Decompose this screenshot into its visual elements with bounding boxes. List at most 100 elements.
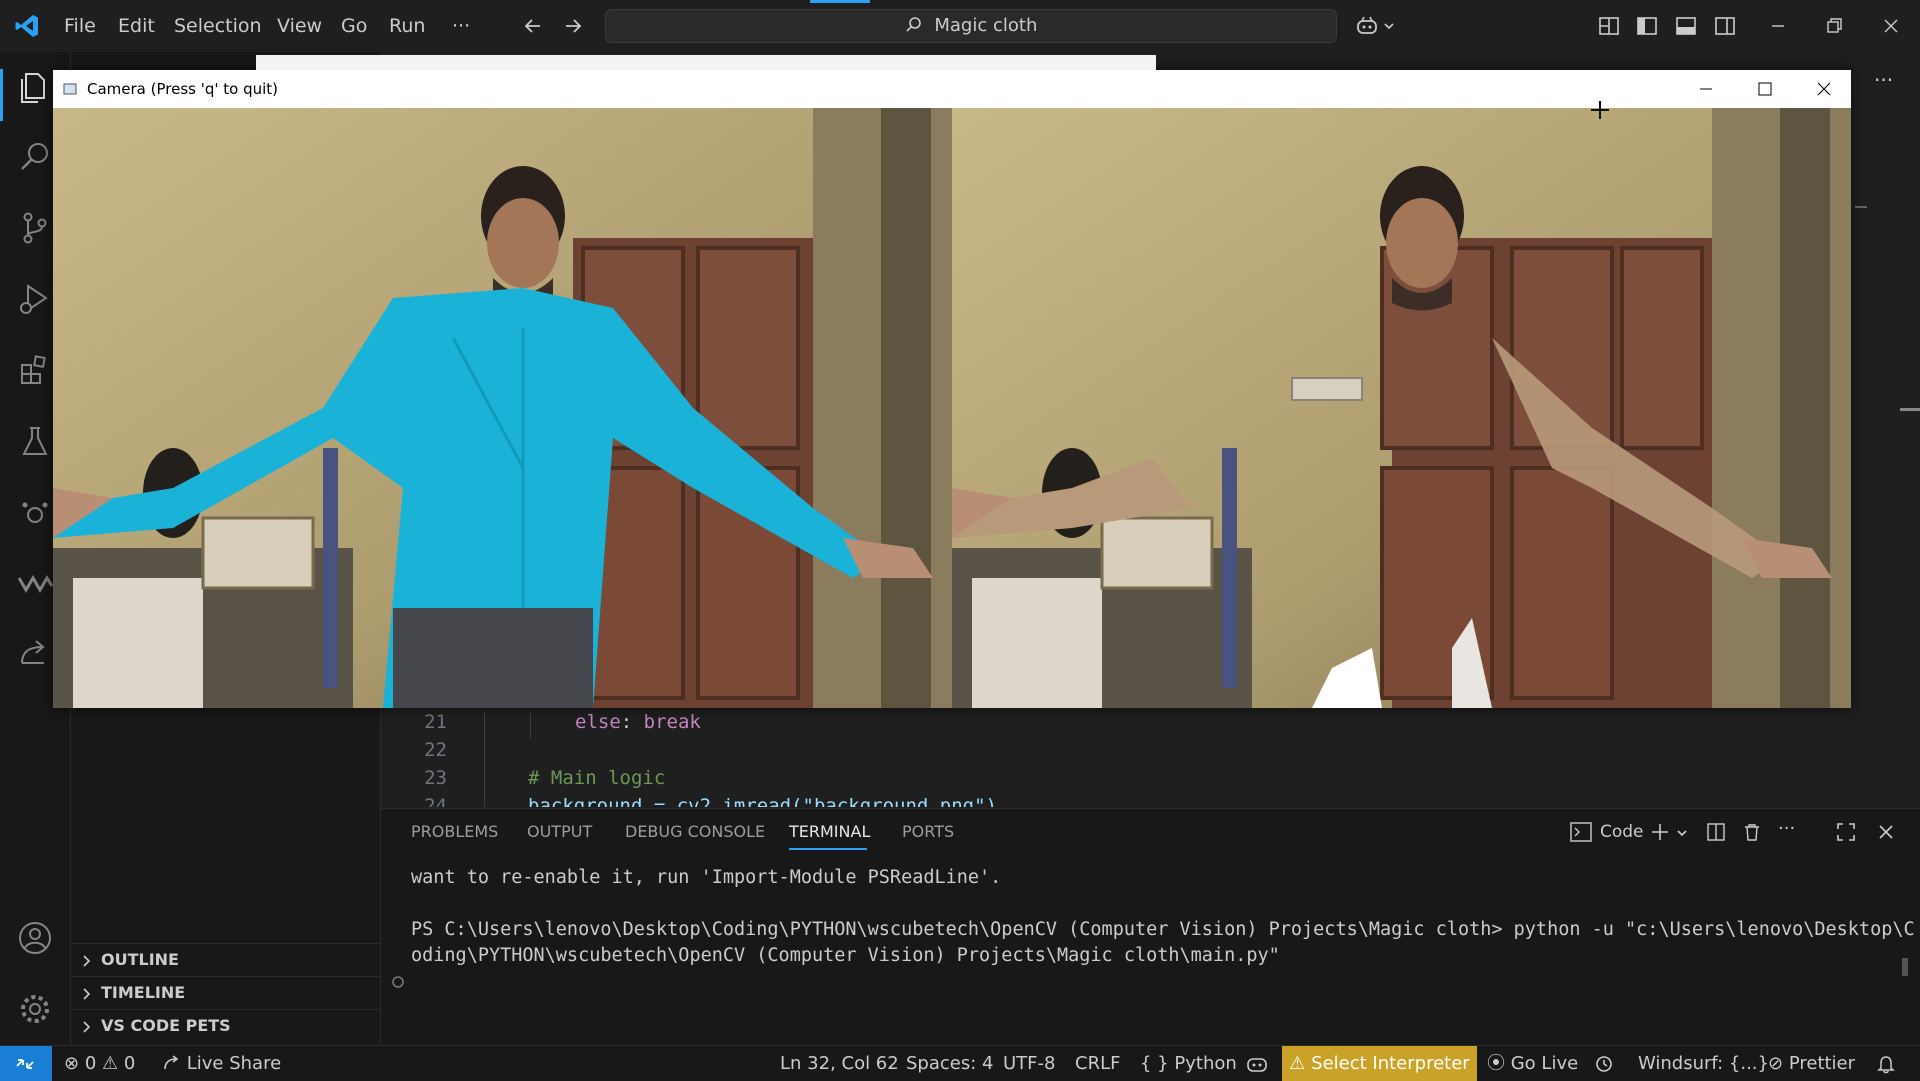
maximize-icon[interactable]	[1758, 82, 1772, 96]
braces-icon: { }	[1140, 1053, 1169, 1074]
code-line[interactable]: else: break	[575, 711, 701, 733]
code-line[interactable]: background = cv2.imread("background.png"…	[528, 795, 997, 807]
terminal-line: PS C:\Users\lenovo\Desktop\Coding\PYTHON…	[411, 919, 1915, 940]
menu-file[interactable]: File	[64, 0, 96, 52]
command-center-search[interactable]: Magic cloth	[605, 9, 1337, 43]
language-mode[interactable]: { } Python	[1140, 1046, 1237, 1081]
tab-ports[interactable]: PORTS	[902, 822, 954, 841]
terminal-name[interactable]: Code	[1600, 822, 1644, 842]
toggle-panel-icon[interactable]	[1673, 13, 1699, 39]
chevron-down-icon[interactable]	[1676, 828, 1688, 838]
toggle-sidebar-icon[interactable]	[1634, 13, 1660, 39]
problems-indicator[interactable]: ⊗ 0 ⚠ 0	[64, 1046, 135, 1081]
extensions-icon[interactable]	[16, 351, 54, 389]
testing-icon[interactable]	[16, 422, 54, 460]
accounts-sync-icon[interactable]	[1594, 1054, 1614, 1074]
outline-section[interactable]: OUTLINE	[71, 943, 380, 976]
warning-count: 0	[123, 1053, 136, 1074]
active-tab-underline	[789, 848, 867, 850]
go-live-button[interactable]: ⦿ Go Live	[1487, 1046, 1578, 1081]
copilot-status-icon[interactable]	[1246, 1054, 1268, 1074]
menu-edit[interactable]: Edit	[118, 0, 155, 52]
pets-icon[interactable]	[16, 493, 54, 531]
run-debug-icon[interactable]	[16, 280, 54, 318]
tab-terminal[interactable]: TERMINAL	[789, 822, 870, 841]
live-share-icon	[164, 1055, 179, 1070]
windsurf-icon[interactable]	[16, 564, 54, 602]
split-terminal-icon[interactable]	[1706, 822, 1726, 842]
camera-frame-cloak	[952, 108, 1851, 708]
camera-window-title: Camera (Press 'q' to quit)	[87, 80, 279, 98]
warning-icon: ⚠	[1289, 1053, 1306, 1074]
encoding[interactable]: UTF-8	[1003, 1046, 1055, 1081]
menu-view[interactable]: View	[277, 0, 322, 52]
go-live-label: Go Live	[1510, 1053, 1579, 1074]
indent-guide	[530, 712, 531, 738]
terminal-scrollbar[interactable]	[1902, 958, 1908, 976]
punctuation: :	[620, 711, 644, 733]
cursor-position[interactable]: Ln 32, Col 62	[780, 1046, 899, 1081]
restore-icon[interactable]	[1821, 13, 1847, 39]
menu-more[interactable]: ···	[452, 0, 470, 52]
chevron-right-icon	[83, 955, 91, 967]
live-share-label: Live Share	[186, 1053, 282, 1074]
layout-icon[interactable]	[1596, 13, 1622, 39]
trash-icon[interactable]	[1742, 822, 1762, 842]
tab-debug-console[interactable]: DEBUG CONSOLE	[625, 822, 765, 841]
maximize-panel-icon[interactable]	[1836, 822, 1856, 842]
notifications-bell-icon[interactable]	[1876, 1054, 1896, 1074]
menu-run[interactable]: Run	[389, 0, 425, 52]
terminal-line: want to re-enable it, run 'Import-Module…	[411, 867, 1002, 888]
select-interpreter-label: Select Interpreter	[1311, 1053, 1470, 1074]
code-comment[interactable]: # Main logic	[528, 767, 665, 789]
menu-selection[interactable]: Selection	[174, 0, 262, 52]
add-terminal-icon[interactable]	[1650, 822, 1670, 842]
explorer-icon[interactable]	[16, 68, 54, 106]
toggle-secondary-sidebar-icon[interactable]	[1712, 13, 1738, 39]
prettier-icon: ⊘	[1768, 1053, 1784, 1074]
accent-line	[810, 0, 870, 3]
title-bar: File Edit Selection View Go Run ··· Magi…	[0, 0, 1920, 53]
line-number: 21	[424, 711, 447, 733]
close-icon[interactable]	[1878, 13, 1904, 39]
chevron-down-icon[interactable]	[1383, 21, 1395, 31]
copilot-icon[interactable]	[1354, 13, 1380, 39]
vscode-pets-section[interactable]: VS CODE PETS	[71, 1009, 380, 1042]
tab-output[interactable]: OUTPUT	[527, 822, 592, 841]
select-interpreter-button[interactable]: ⚠ Select Interpreter	[1282, 1046, 1477, 1081]
status-bar: ⊗ 0 ⚠ 0 Live Share Ln 32, Col 62 Spaces:…	[0, 1045, 1920, 1081]
close-icon[interactable]	[1817, 82, 1831, 96]
editor-more-actions-icon[interactable]: ···	[1874, 68, 1893, 92]
live-share-icon[interactable]	[16, 635, 54, 673]
outline-label: OUTLINE	[101, 950, 179, 969]
camera-window-titlebar[interactable]: Camera (Press 'q' to quit)	[53, 70, 1851, 108]
back-arrow-icon[interactable]	[520, 13, 546, 39]
menu-go[interactable]: Go	[341, 0, 367, 52]
broadcast-icon: ⦿	[1487, 1053, 1505, 1074]
crosshair-cursor-icon	[1591, 101, 1609, 119]
chevron-right-icon	[83, 1021, 91, 1033]
end-of-line[interactable]: CRLF	[1075, 1046, 1120, 1081]
line-number: 23	[424, 767, 447, 789]
remote-indicator[interactable]	[0, 1046, 52, 1081]
prettier-status[interactable]: ⊘ Prettier	[1768, 1046, 1855, 1081]
camera-frame-original	[53, 108, 952, 708]
indentation[interactable]: Spaces: 4	[906, 1046, 993, 1081]
source-control-icon[interactable]	[16, 209, 54, 247]
background-window-edge	[256, 55, 1156, 70]
more-actions-icon[interactable]: ···	[1778, 818, 1795, 839]
minimize-icon[interactable]	[1699, 82, 1713, 96]
line-number: 22	[424, 739, 447, 761]
live-share-button[interactable]: Live Share	[163, 1046, 281, 1081]
search-icon[interactable]	[16, 138, 54, 176]
forward-arrow-icon[interactable]	[560, 13, 586, 39]
settings-gear-icon[interactable]	[16, 990, 54, 1028]
line-number: 24	[424, 795, 447, 807]
windsurf-status[interactable]: Windsurf: {...}	[1638, 1046, 1769, 1081]
timeline-section[interactable]: TIMELINE	[71, 976, 380, 1009]
account-icon[interactable]	[16, 919, 54, 957]
vscode-logo-icon	[15, 15, 38, 37]
tab-problems[interactable]: PROBLEMS	[411, 822, 498, 841]
close-panel-icon[interactable]	[1876, 822, 1896, 842]
minimize-icon[interactable]	[1765, 13, 1791, 39]
